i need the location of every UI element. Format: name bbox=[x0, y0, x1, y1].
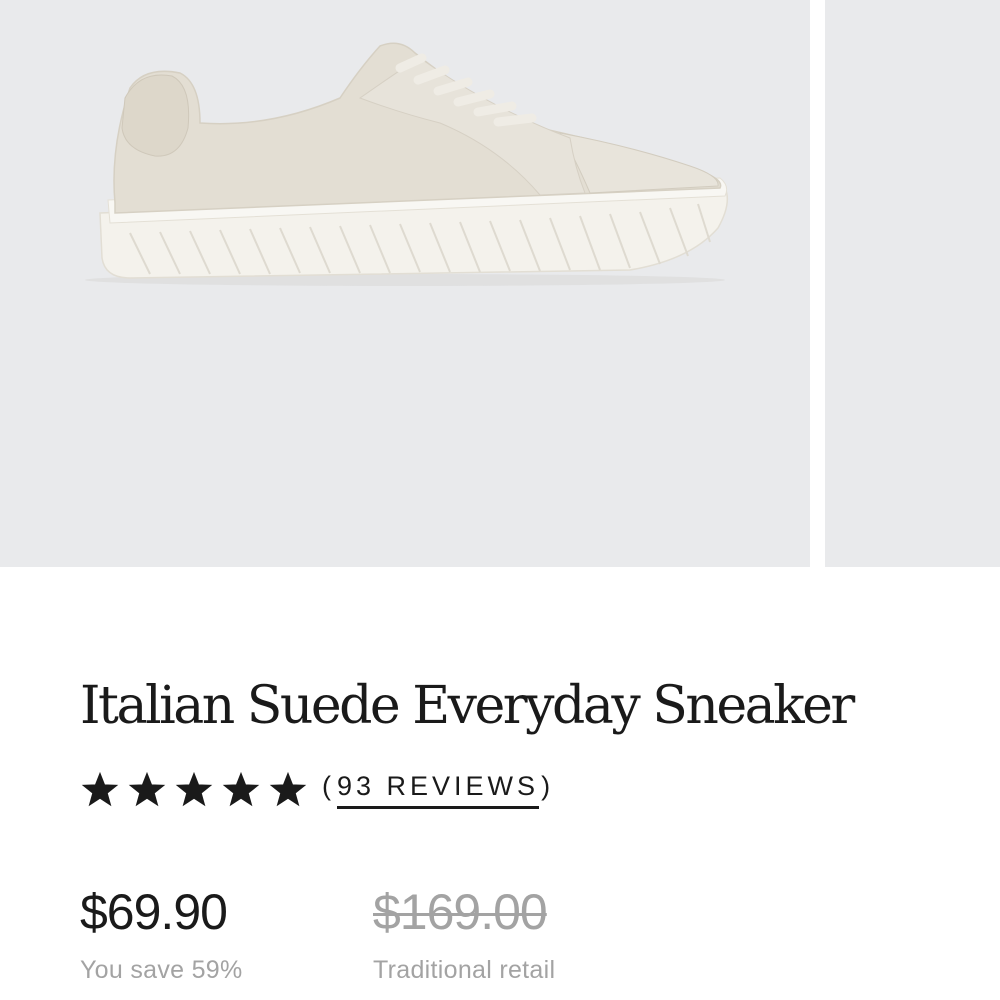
product-info: Italian Suede Everyday Sneaker ( 93 REVI… bbox=[80, 668, 980, 984]
sneaker-image bbox=[85, 42, 729, 286]
product-image-next[interactable] bbox=[825, 0, 1000, 567]
reviews-open-paren: ( bbox=[322, 771, 335, 801]
savings-label: You save 59% bbox=[80, 956, 243, 984]
sale-price: $69.90 bbox=[80, 884, 228, 940]
star-rating bbox=[80, 770, 308, 810]
sale-price-block: $69.90 You save 59% bbox=[80, 880, 243, 985]
product-rating: ( 93 REVIEWS ) bbox=[80, 768, 554, 812]
star-icon bbox=[175, 771, 213, 807]
star-icon bbox=[128, 771, 166, 807]
retail-label: Traditional retail bbox=[373, 956, 556, 984]
star-icon bbox=[269, 771, 307, 807]
product-title: Italian Suede Everyday Sneaker bbox=[80, 676, 855, 736]
star-icon bbox=[81, 771, 119, 807]
reviews-count-label[interactable]: 93 REVIEWS bbox=[337, 771, 540, 809]
retail-price-block: $169.00 Traditional retail bbox=[373, 880, 555, 985]
product-image-gallery[interactable] bbox=[0, 0, 1000, 567]
retail-price: $169.00 bbox=[373, 884, 548, 940]
reviews-close-paren: ) bbox=[541, 771, 555, 801]
product-image-main[interactable] bbox=[0, 0, 810, 567]
reviews-link[interactable]: ( 93 REVIEWS ) bbox=[322, 771, 554, 809]
star-icon bbox=[222, 771, 260, 807]
